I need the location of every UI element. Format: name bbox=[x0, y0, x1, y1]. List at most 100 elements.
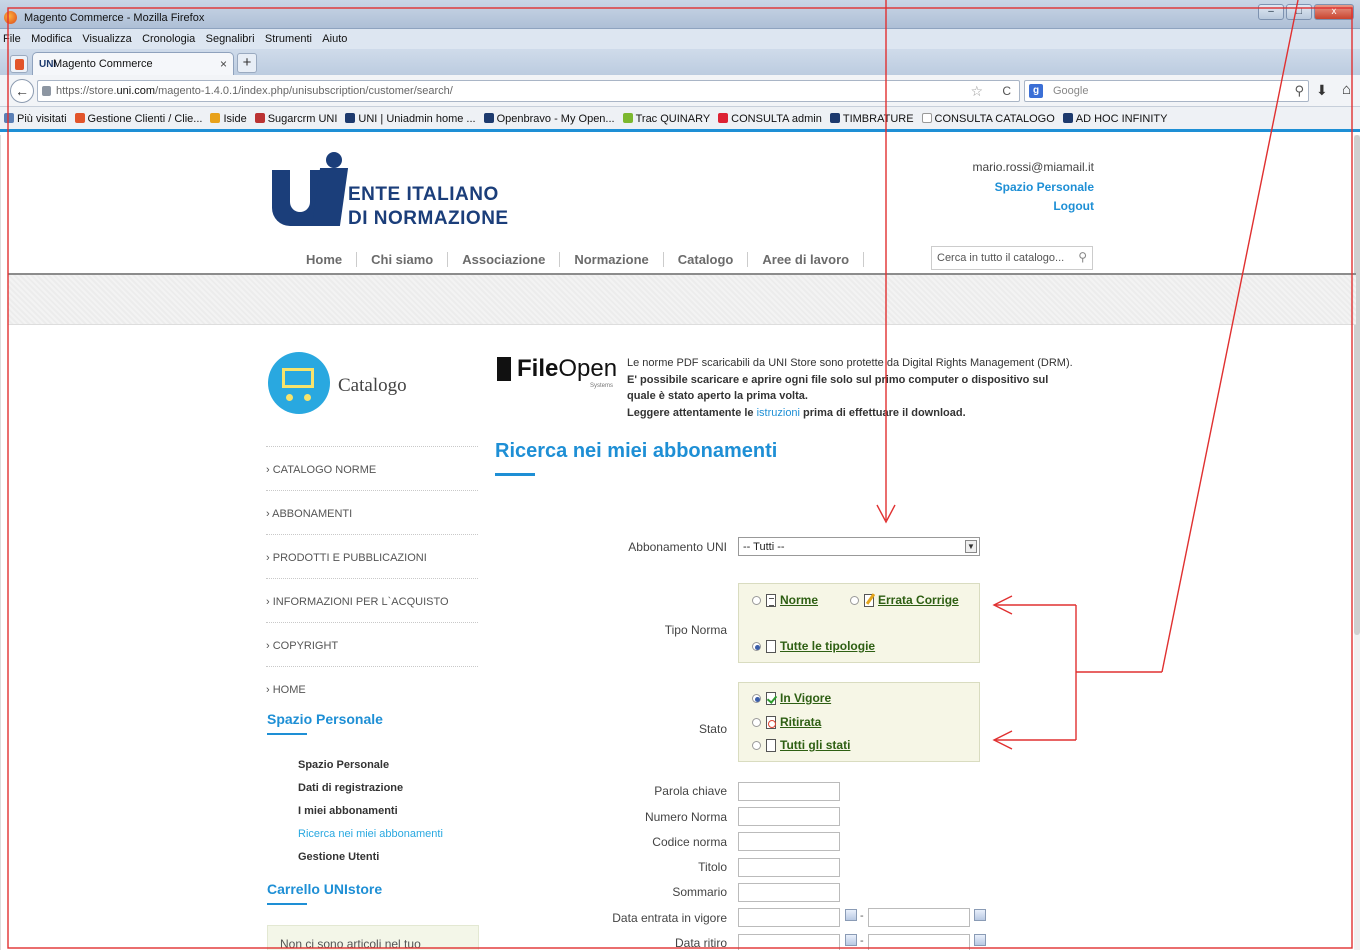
nav-chi-siamo[interactable]: Chi siamo bbox=[357, 252, 449, 267]
menu-aiuto[interactable]: Aiuto bbox=[319, 29, 351, 45]
nav-associazione[interactable]: Associazione bbox=[448, 252, 561, 267]
home-icon[interactable]: ⌂ bbox=[1342, 81, 1351, 98]
data-entrata-from-input[interactable] bbox=[738, 908, 840, 927]
firefox-icon bbox=[4, 11, 17, 24]
bookmark-item[interactable]: TIMBRATURE bbox=[826, 107, 918, 125]
radio-tutte-tipologie[interactable]: Tutte le tipologie bbox=[752, 639, 875, 653]
window-titlebar: Magento Commerce - Mozilla Firefox – □ x bbox=[0, 0, 1360, 29]
sublink-miei-abbonamenti[interactable]: I miei abbonamenti bbox=[298, 805, 443, 828]
radio-norme[interactable]: Norme bbox=[752, 593, 818, 607]
address-bar[interactable]: https://store.uni.com/magento-1.4.0.1/in… bbox=[37, 80, 1020, 102]
radio-errata-corrige[interactable]: Errata Corrige bbox=[850, 593, 959, 607]
tipo-norma-label: Tipo Norma bbox=[664, 623, 727, 637]
stato-label: Stato bbox=[698, 722, 727, 736]
radio-in-vigore[interactable]: In Vigore bbox=[752, 691, 831, 705]
abbonamento-select[interactable]: -- Tutti -- ▼ bbox=[738, 537, 980, 556]
titolo-input[interactable] bbox=[738, 858, 840, 877]
tab-label: Magento Commerce bbox=[53, 58, 153, 70]
spazio-personale-links: Spazio Personale Dati di registrazione I… bbox=[298, 759, 443, 874]
sommario-input[interactable] bbox=[738, 883, 840, 902]
tab-close-icon[interactable]: × bbox=[220, 57, 227, 71]
abbonamento-label: Abbonamento UNI bbox=[628, 540, 727, 554]
bookmark-item[interactable]: Iside bbox=[206, 107, 250, 125]
sidebar-item-copyright[interactable]: COPYRIGHT bbox=[266, 622, 478, 666]
data-ritiro-to-input[interactable] bbox=[868, 934, 970, 950]
catalog-search-input[interactable]: Cerca in tutto il catalogo... ⚲ bbox=[931, 246, 1093, 270]
logo-line1: ENTE ITALIANO bbox=[348, 184, 499, 205]
radio-ritirata[interactable]: Ritirata bbox=[752, 715, 821, 729]
reload-icon[interactable]: C bbox=[1002, 84, 1011, 98]
data-ritiro-from-input[interactable] bbox=[738, 934, 840, 950]
menu-cronologia[interactable]: Cronologia bbox=[139, 29, 199, 45]
menu-visualizza[interactable]: Visualizza bbox=[79, 29, 135, 45]
bookmark-item[interactable]: Gestione Clienti / Clie... bbox=[71, 107, 207, 125]
drm-notice: Le norme PDF scaricabili da UNI Store so… bbox=[627, 357, 1073, 419]
close-window-button[interactable]: x bbox=[1314, 4, 1354, 20]
sidebar-item-catalogo-norme[interactable]: CATALOGO NORME bbox=[266, 446, 478, 490]
bookmark-item[interactable]: AD HOC INFINITY bbox=[1059, 107, 1172, 125]
bookmark-item[interactable]: CONSULTA admin bbox=[714, 107, 826, 125]
carrello-heading: Carrello UNIstore bbox=[267, 881, 383, 905]
bookmark-item[interactable]: UNI | Uniadmin home ... bbox=[341, 107, 479, 125]
search-icon[interactable]: ⚲ bbox=[1078, 250, 1087, 264]
calendar-icon[interactable] bbox=[845, 909, 857, 921]
sidebar-item-abbonamenti[interactable]: ABBONAMENTI bbox=[266, 490, 478, 534]
sublink-ricerca-abbonamenti[interactable]: Ricerca nei miei abbonamenti bbox=[298, 828, 443, 851]
back-button[interactable]: ← bbox=[10, 79, 34, 103]
data-ritiro-label: Data ritiro bbox=[674, 936, 727, 950]
radio-tutti-stati[interactable]: Tutti gli stati bbox=[752, 738, 850, 752]
sommario-label: Sommario bbox=[672, 885, 727, 899]
fileopen-logo: FileOpen Systems bbox=[497, 355, 617, 391]
menu-file[interactable]: File bbox=[0, 29, 25, 45]
tab-magento-commerce[interactable]: UNI Magento Commerce × bbox=[32, 52, 234, 75]
calendar-icon[interactable] bbox=[845, 934, 857, 946]
main-navigation: Home Chi siamo Associazione Normazione Catal… bbox=[300, 252, 865, 270]
minimize-button[interactable]: – bbox=[1258, 4, 1284, 20]
sublink-dati-registrazione[interactable]: Dati di registrazione bbox=[298, 782, 443, 805]
download-icon[interactable]: ⬇ bbox=[1316, 82, 1328, 99]
spazio-personale-link[interactable]: Spazio Personale bbox=[995, 180, 1094, 194]
cart-catalog-icon bbox=[268, 352, 330, 414]
istruzioni-link[interactable]: istruzioni bbox=[757, 407, 800, 419]
chevron-down-icon[interactable]: ▼ bbox=[965, 540, 977, 553]
logo-line2: DI NORMAZIONE bbox=[348, 208, 509, 229]
nav-normazione[interactable]: Normazione bbox=[560, 252, 664, 267]
uni-logo[interactable]: ENTE ITALIANO DI NORMAZIONE bbox=[272, 150, 512, 230]
numero-norma-input[interactable] bbox=[738, 807, 840, 826]
nav-home[interactable]: Home bbox=[300, 252, 358, 267]
bookmark-icon bbox=[718, 113, 729, 123]
menu-segnalibri[interactable]: Segnalibri bbox=[203, 29, 259, 45]
bookmark-item[interactable]: CONSULTA CATALOGO bbox=[918, 107, 1059, 125]
calendar-icon[interactable] bbox=[974, 909, 986, 921]
bookmark-item[interactable]: Più visitati bbox=[0, 107, 71, 125]
sidebar-item-informazioni[interactable]: INFORMAZIONI PER L`ACQUISTO bbox=[266, 578, 478, 622]
nav-catalogo[interactable]: Catalogo bbox=[663, 252, 749, 267]
parola-chiave-input[interactable] bbox=[738, 782, 840, 801]
menu-modifica[interactable]: Modifica bbox=[28, 29, 76, 45]
bookmark-item[interactable]: Sugarcrm UNI bbox=[251, 107, 342, 125]
new-tab-button[interactable]: + bbox=[237, 53, 257, 73]
search-icon[interactable]: ⚲ bbox=[1294, 83, 1304, 99]
sublink-gestione-utenti[interactable]: Gestione Utenti bbox=[298, 851, 443, 874]
blank-document-icon bbox=[766, 639, 776, 653]
page-scrollbar[interactable] bbox=[1354, 135, 1360, 950]
sidebar-item-prodotti[interactable]: PRODOTTI E PUBBLICAZIONI bbox=[266, 534, 478, 578]
sidebar-item-home[interactable]: HOME bbox=[266, 666, 478, 710]
bookmark-item[interactable]: Trac QUINARY bbox=[619, 107, 715, 125]
nav-aree-di-lavoro[interactable]: Aree di lavoro bbox=[748, 252, 865, 267]
maximize-button[interactable]: □ bbox=[1286, 4, 1312, 20]
window-controls: – □ x bbox=[1258, 4, 1354, 20]
sublink-spazio-personale[interactable]: Spazio Personale bbox=[298, 759, 443, 782]
url-text: https://store.uni.com/magento-1.4.0.1/in… bbox=[56, 85, 453, 97]
browser-search-box[interactable]: g Google ⚲ bbox=[1024, 80, 1309, 102]
codice-norma-input[interactable] bbox=[738, 832, 840, 851]
cart-empty-message: Non ci sono articoli nel tuo carrello. bbox=[267, 925, 479, 950]
pinned-tab-magento[interactable] bbox=[10, 55, 28, 73]
bookmark-star-icon[interactable]: ☆ bbox=[970, 83, 983, 100]
calendar-icon[interactable] bbox=[974, 934, 986, 946]
logout-link[interactable]: Logout bbox=[1053, 199, 1094, 213]
bookmark-item[interactable]: Openbravo - My Open... bbox=[480, 107, 619, 125]
data-entrata-to-input[interactable] bbox=[868, 908, 970, 927]
scrollbar-thumb[interactable] bbox=[1354, 135, 1360, 635]
menu-strumenti[interactable]: Strumenti bbox=[262, 29, 316, 45]
